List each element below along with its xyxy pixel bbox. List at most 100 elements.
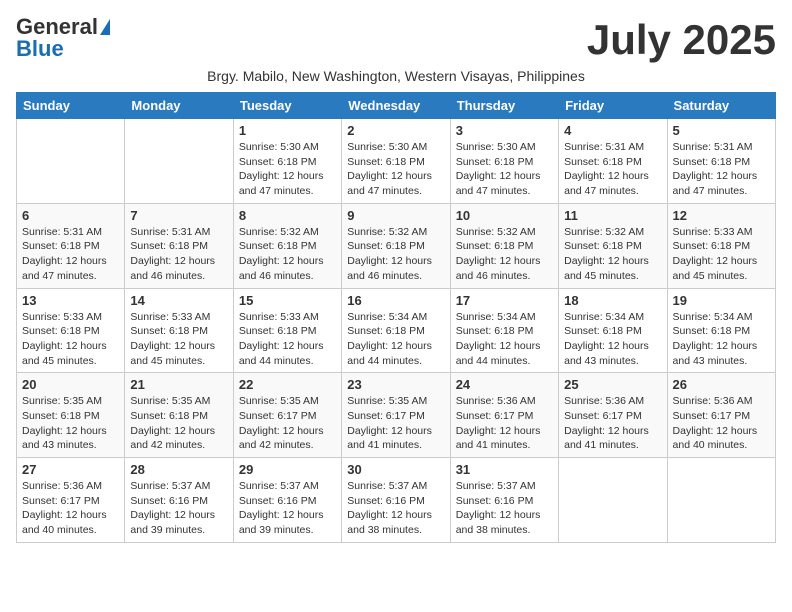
day-number: 4 — [564, 123, 661, 138]
logo-general-text: General — [16, 16, 98, 38]
day-number: 3 — [456, 123, 553, 138]
day-info: Sunrise: 5:32 AM Sunset: 6:18 PM Dayligh… — [347, 225, 444, 284]
calendar-cell: 29Sunrise: 5:37 AM Sunset: 6:16 PM Dayli… — [233, 458, 341, 543]
calendar-cell — [667, 458, 775, 543]
day-number: 23 — [347, 377, 444, 392]
day-number: 6 — [22, 208, 119, 223]
day-info: Sunrise: 5:35 AM Sunset: 6:17 PM Dayligh… — [347, 394, 444, 453]
calendar-cell: 23 Sunrise: 5:35 AM Sunset: 6:17 PM Dayli… — [342, 373, 450, 458]
calendar-cell: 30Sunrise: 5:37 AM Sunset: 6:16 PM Dayli… — [342, 458, 450, 543]
calendar-cell: 8 Sunrise: 5:32 AM Sunset: 6:18 PM Daylig… — [233, 203, 341, 288]
calendar-cell: 20 Sunrise: 5:35 AM Sunset: 6:18 PM Dayli… — [17, 373, 125, 458]
calendar-cell: 9 Sunrise: 5:32 AM Sunset: 6:18 PM Daylig… — [342, 203, 450, 288]
day-number: 22 — [239, 377, 336, 392]
day-number: 27 — [22, 462, 119, 477]
calendar-cell: 25 Sunrise: 5:36 AM Sunset: 6:17 PM Dayli… — [559, 373, 667, 458]
calendar-cell: 11 Sunrise: 5:32 AM Sunset: 6:18 PM Dayli… — [559, 203, 667, 288]
day-number: 9 — [347, 208, 444, 223]
day-number: 1 — [239, 123, 336, 138]
day-number: 26 — [673, 377, 770, 392]
calendar-cell: 27 Sunrise: 5:36 AM Sunset: 6:17 PM Dayli… — [17, 458, 125, 543]
day-info: Sunrise: 5:37 AM Sunset: 6:16 PM Dayligh… — [239, 479, 336, 538]
week-row-1: 1 Sunrise: 5:30 AM Sunset: 6:18 PM Daylig… — [17, 119, 776, 204]
day-info: Sunrise: 5:35 AM Sunset: 6:18 PM Dayligh… — [22, 394, 119, 453]
day-info: Sunrise: 5:35 AM Sunset: 6:18 PM Dayligh… — [130, 394, 227, 453]
day-number: 2 — [347, 123, 444, 138]
day-number: 17 — [456, 293, 553, 308]
day-info: Sunrise: 5:37 AM Sunset: 6:16 PM Dayligh… — [130, 479, 227, 538]
header-day-monday: Monday — [125, 93, 233, 119]
header-day-friday: Friday — [559, 93, 667, 119]
day-info: Sunrise: 5:33 AM Sunset: 6:18 PM Dayligh… — [239, 310, 336, 369]
calendar-cell: 6Sunrise: 5:31 AM Sunset: 6:18 PM Daylig… — [17, 203, 125, 288]
day-number: 24 — [456, 377, 553, 392]
header-day-wednesday: Wednesday — [342, 93, 450, 119]
calendar-cell: 16Sunrise: 5:34 AM Sunset: 6:18 PM Dayli… — [342, 288, 450, 373]
day-info: Sunrise: 5:30 AM Sunset: 6:18 PM Dayligh… — [347, 140, 444, 199]
day-info: Sunrise: 5:36 AM Sunset: 6:17 PM Dayligh… — [673, 394, 770, 453]
day-number: 28 — [130, 462, 227, 477]
calendar-cell — [125, 119, 233, 204]
day-number: 13 — [22, 293, 119, 308]
day-info: Sunrise: 5:34 AM Sunset: 6:18 PM Dayligh… — [564, 310, 661, 369]
calendar-cell: 14Sunrise: 5:33 AM Sunset: 6:18 PM Dayli… — [125, 288, 233, 373]
day-number: 18 — [564, 293, 661, 308]
day-number: 12 — [673, 208, 770, 223]
calendar-cell: 26 Sunrise: 5:36 AM Sunset: 6:17 PM Dayli… — [667, 373, 775, 458]
calendar-cell: 4Sunrise: 5:31 AM Sunset: 6:18 PM Daylig… — [559, 119, 667, 204]
header-day-tuesday: Tuesday — [233, 93, 341, 119]
calendar-cell: 1Sunrise: 5:30 AM Sunset: 6:18 PM Daylig… — [233, 119, 341, 204]
day-info: Sunrise: 5:33 AM Sunset: 6:18 PM Dayligh… — [673, 225, 770, 284]
day-number: 11 — [564, 208, 661, 223]
calendar-cell: 13 Sunrise: 5:33 AM Sunset: 6:18 PM Dayli… — [17, 288, 125, 373]
week-row-4: 20 Sunrise: 5:35 AM Sunset: 6:18 PM Dayli… — [17, 373, 776, 458]
day-number: 20 — [22, 377, 119, 392]
calendar-cell — [17, 119, 125, 204]
day-number: 25 — [564, 377, 661, 392]
day-info: Sunrise: 5:32 AM Sunset: 6:18 PM Dayligh… — [456, 225, 553, 284]
day-info: Sunrise: 5:32 AM Sunset: 6:18 PM Dayligh… — [564, 225, 661, 284]
day-number: 19 — [673, 293, 770, 308]
week-row-2: 6 Sunrise: 5:31 AM Sunset: 6:18 PM Daylig… — [17, 203, 776, 288]
day-info: Sunrise: 5:32 AM Sunset: 6:18 PM Dayligh… — [239, 225, 336, 284]
logo: General Blue — [16, 16, 110, 60]
calendar-cell: 12 Sunrise: 5:33 AM Sunset: 6:18 PM Dayli… — [667, 203, 775, 288]
calendar-cell — [559, 458, 667, 543]
calendar-cell: 31 Sunrise: 5:37 AM Sunset: 6:16 PM Dayli… — [450, 458, 558, 543]
day-info: Sunrise: 5:31 AM Sunset: 6:18 PM Dayligh… — [130, 225, 227, 284]
logo-blue-text: Blue — [16, 38, 64, 60]
calendar-cell: 17 Sunrise: 5:34 AM Sunset: 6:18 PM Dayli… — [450, 288, 558, 373]
day-number: 8 — [239, 208, 336, 223]
header-day-thursday: Thursday — [450, 93, 558, 119]
calendar-cell: 21 Sunrise: 5:35 AM Sunset: 6:18 PM Dayli… — [125, 373, 233, 458]
calendar-cell: 3Sunrise: 5:30 AM Sunset: 6:18 PM Daylig… — [450, 119, 558, 204]
day-number: 31 — [456, 462, 553, 477]
day-info: Sunrise: 5:36 AM Sunset: 6:17 PM Dayligh… — [22, 479, 119, 538]
day-info: Sunrise: 5:37 AM Sunset: 6:16 PM Dayligh… — [347, 479, 444, 538]
day-info: Sunrise: 5:33 AM Sunset: 6:18 PM Dayligh… — [22, 310, 119, 369]
calendar-cell: 19Sunrise: 5:34 AM Sunset: 6:18 PM Dayli… — [667, 288, 775, 373]
day-info: Sunrise: 5:37 AM Sunset: 6:16 PM Dayligh… — [456, 479, 553, 538]
calendar-cell: 15Sunrise: 5:33 AM Sunset: 6:18 PM Dayli… — [233, 288, 341, 373]
day-info: Sunrise: 5:34 AM Sunset: 6:18 PM Dayligh… — [456, 310, 553, 369]
day-info: Sunrise: 5:36 AM Sunset: 6:17 PM Dayligh… — [456, 394, 553, 453]
day-info: Sunrise: 5:31 AM Sunset: 6:18 PM Dayligh… — [673, 140, 770, 199]
header-row: SundayMondayTuesdayWednesdayThursdayFrid… — [17, 93, 776, 119]
header-day-sunday: Sunday — [17, 93, 125, 119]
calendar-cell: 22 Sunrise: 5:35 AM Sunset: 6:17 PM Dayli… — [233, 373, 341, 458]
day-number: 10 — [456, 208, 553, 223]
header-day-saturday: Saturday — [667, 93, 775, 119]
week-row-3: 13 Sunrise: 5:33 AM Sunset: 6:18 PM Dayli… — [17, 288, 776, 373]
day-info: Sunrise: 5:34 AM Sunset: 6:18 PM Dayligh… — [347, 310, 444, 369]
day-info: Sunrise: 5:36 AM Sunset: 6:17 PM Dayligh… — [564, 394, 661, 453]
day-number: 7 — [130, 208, 227, 223]
day-number: 21 — [130, 377, 227, 392]
calendar-cell: 7 Sunrise: 5:31 AM Sunset: 6:18 PM Daylig… — [125, 203, 233, 288]
day-info: Sunrise: 5:35 AM Sunset: 6:17 PM Dayligh… — [239, 394, 336, 453]
calendar-cell: 24 Sunrise: 5:36 AM Sunset: 6:17 PM Dayli… — [450, 373, 558, 458]
subtitle: Brgy. Mabilo, New Washington, Western Vi… — [16, 68, 776, 84]
calendar-cell: 5 Sunrise: 5:31 AM Sunset: 6:18 PM Daylig… — [667, 119, 775, 204]
day-number: 5 — [673, 123, 770, 138]
calendar-cell: 18 Sunrise: 5:34 AM Sunset: 6:18 PM Dayli… — [559, 288, 667, 373]
month-title: July 2025 — [587, 16, 776, 64]
